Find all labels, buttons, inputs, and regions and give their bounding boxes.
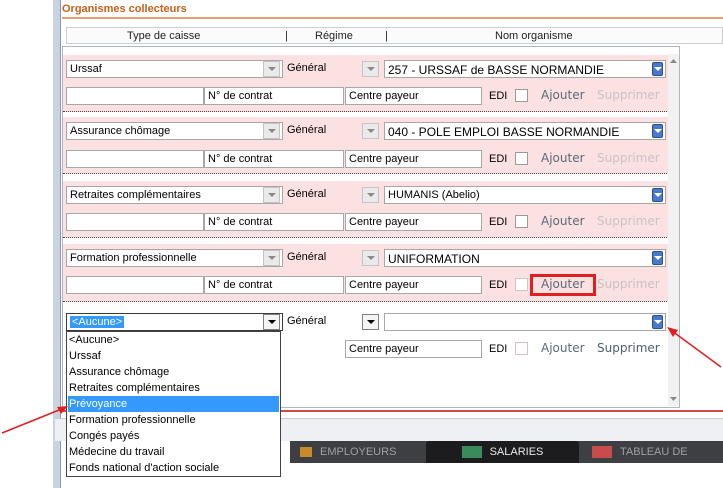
left-arrow-icon bbox=[1, 406, 68, 434]
right-arrow-icon bbox=[667, 327, 722, 368]
annotation-arrows bbox=[1, 327, 722, 434]
